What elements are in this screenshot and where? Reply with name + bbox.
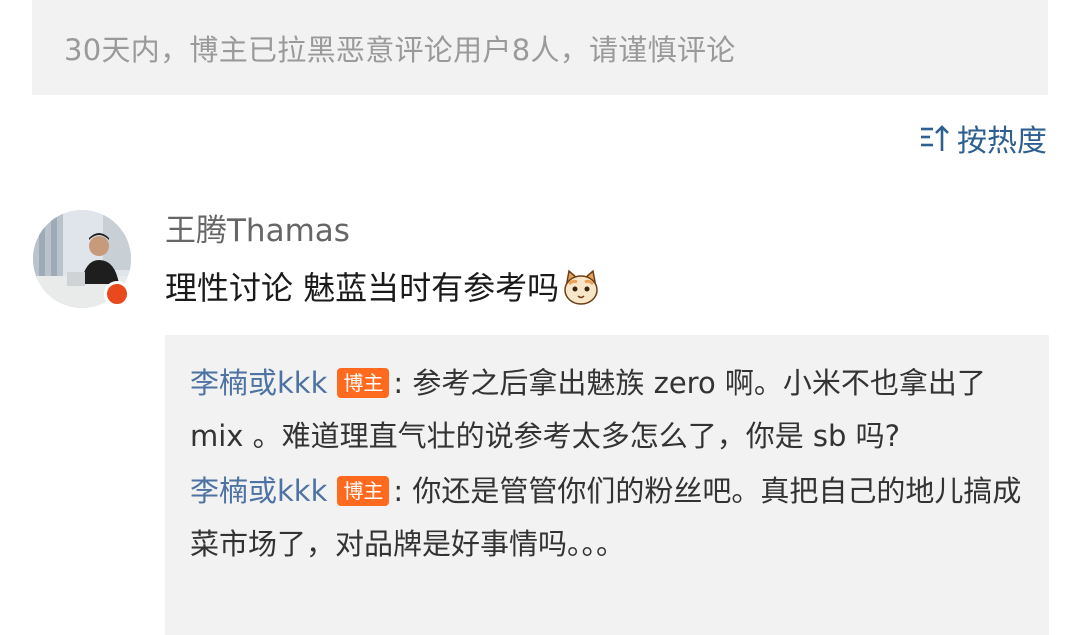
author-tag: 博主 [337, 476, 390, 506]
reply-username[interactable]: 李楠或kkk [190, 474, 327, 508]
comment-username[interactable]: 王腾Thamas [165, 210, 350, 252]
reply-item: 李楠或kkk 博主: 参考之后拿出魅族 zero 啊。小米不也拿出了 mix 。难… [190, 357, 1029, 463]
reply-username[interactable]: 李楠或kkk [190, 366, 327, 400]
notice-text: 30天内，博主已拉黑恶意评论用户8人，请谨慎评论 [64, 33, 736, 67]
cat-emoji-icon [564, 269, 598, 305]
sort-by-popularity-button[interactable]: 按热度 [919, 116, 1047, 160]
reply-item: 李楠或kkk 博主: 你还是管管你们的粉丝吧。真把自己的地儿搞成菜市场了，对品牌是… [190, 465, 1029, 571]
blacklist-notice: 30天内，博主已拉黑恶意评论用户8人，请谨慎评论 [32, 0, 1048, 95]
verified-badge-icon [104, 281, 130, 307]
reply-thread: 李楠或kkk 博主: 参考之后拿出魅族 zero 啊。小米不也拿出了 mix 。难… [165, 335, 1049, 635]
sort-label: 按热度 [957, 124, 1047, 159]
sort-icon [921, 125, 949, 151]
author-tag: 博主 [337, 368, 390, 398]
comment-text: 理性讨论 魅蓝当时有参考吗 [165, 269, 560, 307]
comment-body: 理性讨论 魅蓝当时有参考吗 [165, 266, 601, 310]
